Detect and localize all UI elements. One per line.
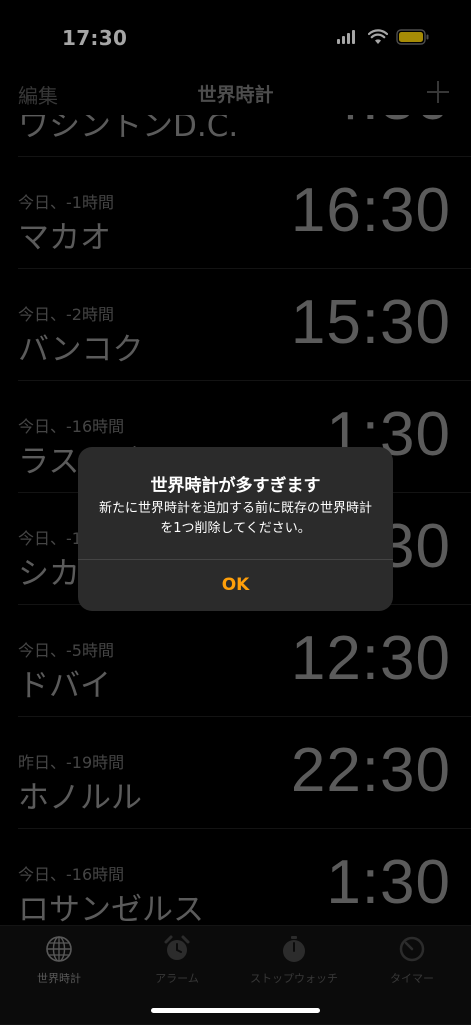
city-time: 12:30 xyxy=(290,624,451,693)
list-item[interactable]: 昨日、-19時間 ホノルル 22:30 xyxy=(0,717,471,829)
tab-label: ストップウォッチ xyxy=(250,972,338,985)
add-clock-button[interactable] xyxy=(426,80,450,104)
cellular-signal-icon xyxy=(337,30,355,44)
alert-dialog: 世界時計が多すぎます 新たに世界時計を追加する前に既存の世界時計を1つ削除してく… xyxy=(78,447,393,611)
tab-stopwatch[interactable]: ストップウォッチ xyxy=(235,926,353,996)
timer-icon xyxy=(399,936,425,962)
city-name: ホノルル xyxy=(18,780,142,816)
tab-world-clock[interactable]: 世界時計 xyxy=(0,926,118,996)
time-offset: 今日、-16時間 xyxy=(18,865,125,884)
stopwatch-icon xyxy=(283,936,305,962)
alert-message: 新たに世界時計を追加する前に既存の世界時計を1つ削除してください。 xyxy=(98,501,372,536)
wifi-icon xyxy=(368,29,388,44)
battery-icon xyxy=(396,29,429,45)
list-item[interactable]: 今日、-5時間 ドバイ 12:30 xyxy=(0,605,471,717)
city-name: ドバイ xyxy=(18,668,111,704)
city-name: ロサンゼルス xyxy=(18,892,204,925)
time-offset: 今日、-1時間 xyxy=(18,193,114,212)
alarm-clock-icon xyxy=(164,935,190,960)
ok-button[interactable]: OK xyxy=(78,560,393,611)
status-time: 17:30 xyxy=(62,26,128,50)
city-name: ワシントンD.C. xyxy=(18,115,239,144)
time-offset: 今日、-2時間 xyxy=(18,305,114,324)
list-item[interactable]: ワシントンD.C. 4:30 xyxy=(0,115,471,157)
city-time: 1:30 xyxy=(326,848,451,917)
city-time: 16:30 xyxy=(290,176,451,245)
time-offset: 昨日、-19時間 xyxy=(18,753,125,772)
list-item[interactable]: 今日、-2時間 バンコク 15:30 xyxy=(0,269,471,381)
alert-title: 世界時計が多すぎます xyxy=(150,476,321,496)
tab-alarm[interactable]: アラーム xyxy=(118,926,236,996)
tab-label: アラーム xyxy=(155,972,199,985)
home-indicator[interactable] xyxy=(151,1008,320,1013)
tab-label: タイマー xyxy=(390,972,434,985)
city-name: バンコク xyxy=(18,332,144,368)
status-bar: 17:30 xyxy=(0,0,471,70)
list-item[interactable]: 今日、-16時間 ロサンゼルス 1:30 xyxy=(0,829,471,925)
list-item[interactable]: 今日、-1時間 マカオ 16:30 xyxy=(0,157,471,269)
page-title: 世界時計 xyxy=(197,84,274,106)
time-offset: 今日、-16時間 xyxy=(18,417,125,436)
city-time: 4:30 xyxy=(326,115,451,134)
city-time: 22:30 xyxy=(290,736,451,805)
globe-icon xyxy=(46,936,72,962)
city-time: 15:30 xyxy=(290,288,451,357)
city-name: マカオ xyxy=(18,220,111,256)
time-offset: 今日、-5時間 xyxy=(18,641,114,660)
tab-label: 世界時計 xyxy=(37,972,81,985)
tab-timer[interactable]: タイマー xyxy=(353,926,471,996)
